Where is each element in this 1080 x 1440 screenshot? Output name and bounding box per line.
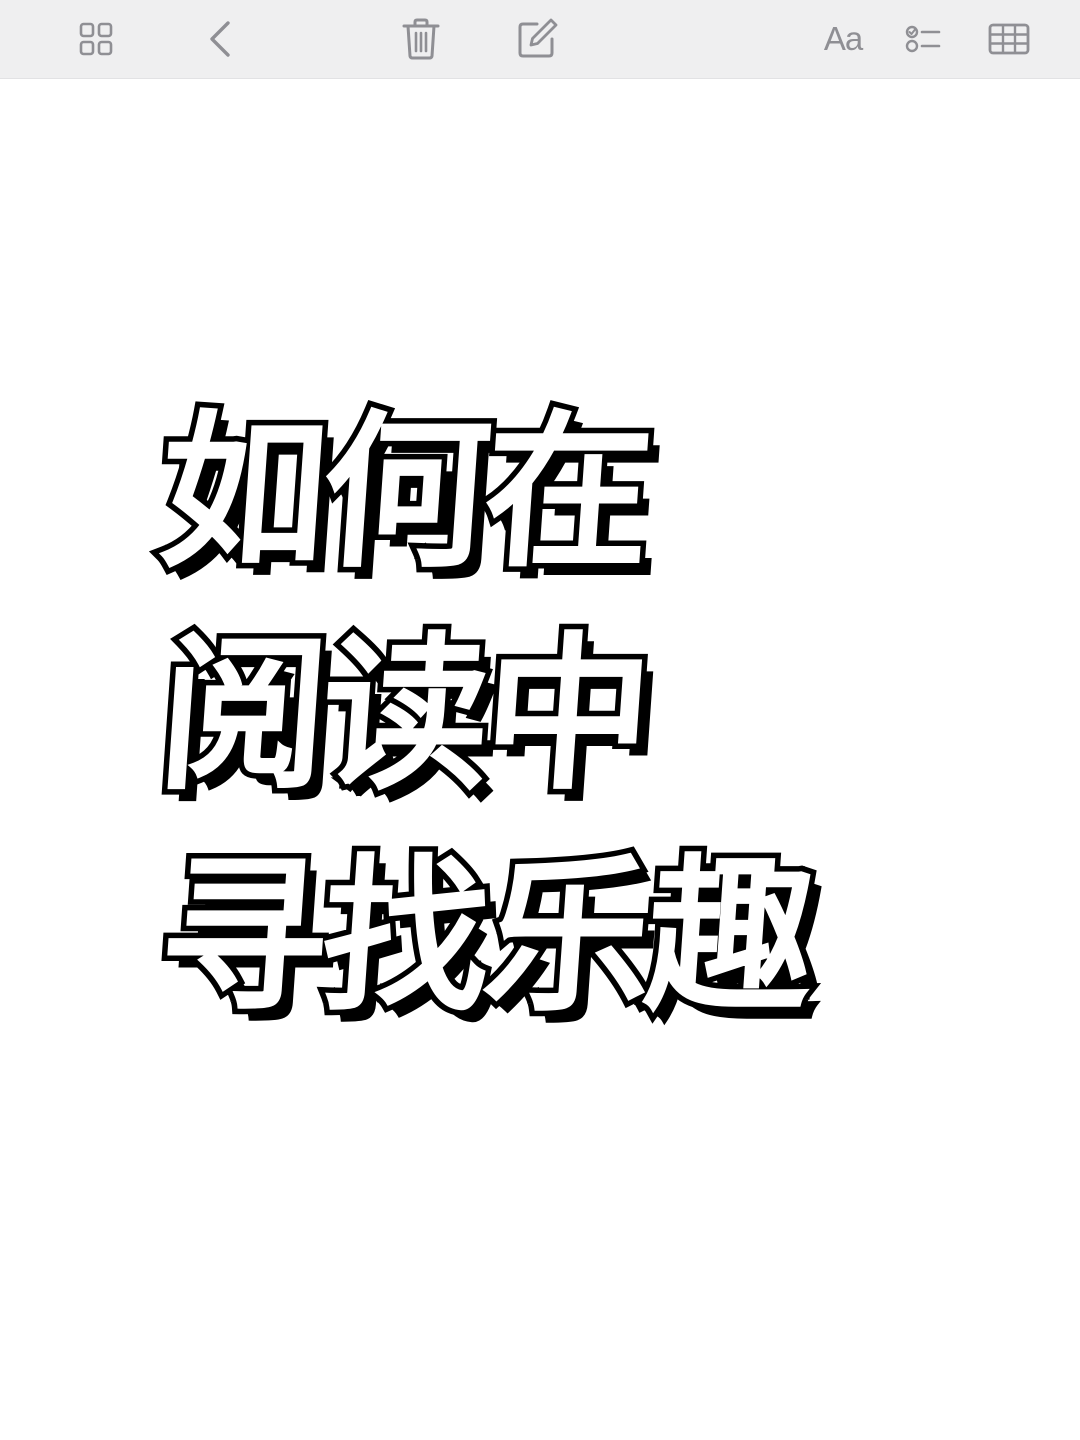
gallery-view-button[interactable] — [70, 0, 122, 78]
compose-button[interactable] — [512, 0, 562, 78]
trash-icon — [402, 18, 440, 60]
note-title-line-3: 寻找乐趣 — [148, 834, 821, 1041]
checklist-button[interactable] — [902, 0, 944, 78]
gallery-grid-icon — [79, 22, 113, 56]
text-format-button[interactable]: Aa — [816, 0, 870, 78]
back-button[interactable] — [196, 0, 244, 78]
note-title-line-2: 阅读中 — [148, 612, 659, 819]
compose-icon — [518, 18, 558, 58]
note-title-line-1: 如何在 — [148, 390, 659, 597]
table-button[interactable] — [986, 0, 1032, 78]
chevron-left-icon — [210, 21, 230, 57]
text-format-icon: Aa — [823, 20, 863, 57]
checklist-icon — [905, 25, 941, 53]
note-body[interactable]: 如何在 阅读中 寻找乐趣 — [0, 79, 1080, 1440]
notes-toolbar: Aa — [0, 0, 1080, 79]
table-icon — [988, 23, 1030, 55]
notes-screen: Aa 如何在 阅读中 寻找乐趣 — [0, 0, 1080, 1440]
delete-button[interactable] — [398, 0, 444, 78]
